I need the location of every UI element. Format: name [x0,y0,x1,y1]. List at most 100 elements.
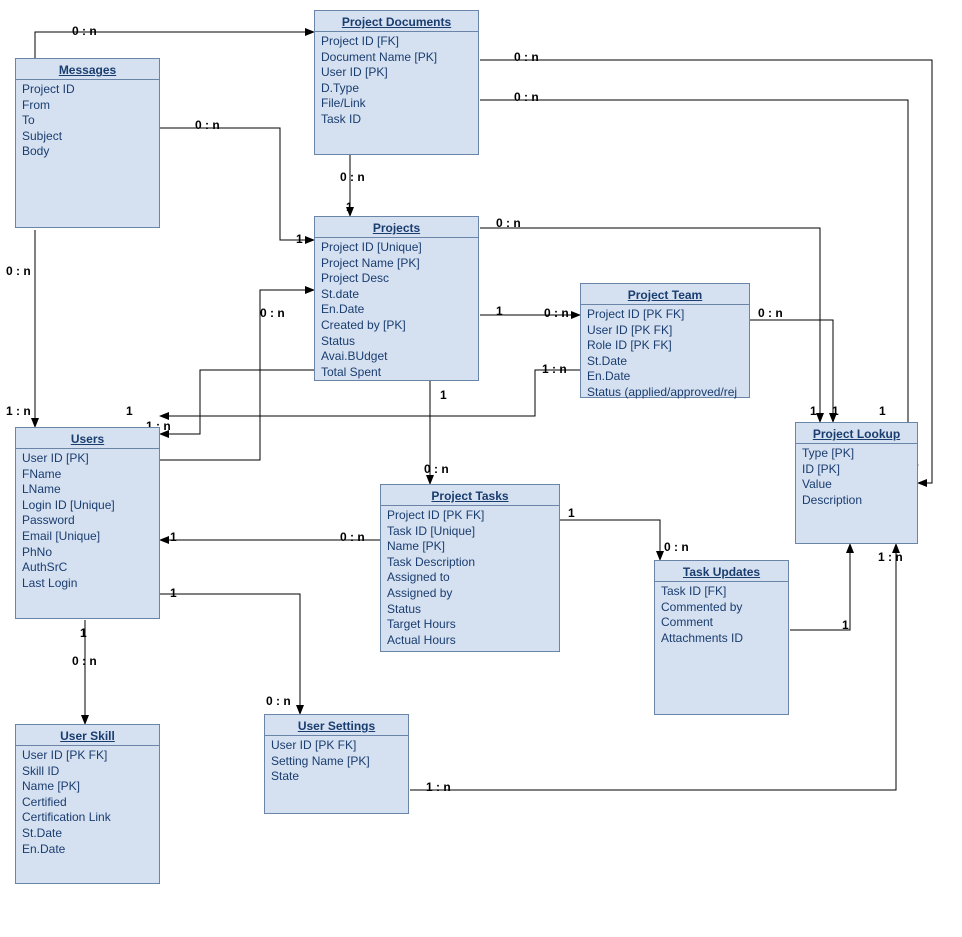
attr: Last Login [22,576,153,592]
attr: Project Desc [321,271,472,287]
card-label: 0 : n [424,462,449,476]
entity-title: Project Lookup [796,423,917,444]
card-label: 1 [170,530,177,544]
attr: Password [22,513,153,529]
attr: Task ID [Unique] [387,524,553,540]
attr: User ID [PK FK] [271,738,402,754]
attr: En.Date [587,369,743,385]
card-label: 1 [126,404,133,418]
entity-title: Project Team [581,284,749,305]
card-label: 0 : n [6,264,31,278]
attr: En.Date [321,302,472,318]
entity-user-skill: User Skill User ID [PK FK] Skill ID Name… [15,724,160,884]
card-label: 0 : n [260,306,285,320]
attr: User ID [PK] [22,451,153,467]
attr: Body [22,144,153,160]
card-label: 0 : n [266,694,291,708]
entity-title: Messages [16,59,159,80]
card-label: 1 : n [426,780,451,794]
card-label: 0 : n [664,540,689,554]
attr: Email [Unique] [22,529,153,545]
card-label: 0 : n [514,90,539,104]
attr: Target Hours [387,617,553,633]
attr: Status (applied/approved/rej [587,385,743,401]
attr: Task ID [FK] [661,584,782,600]
card-label: 1 : n [542,362,567,376]
attr: Commented by [661,600,782,616]
entity-title: Task Updates [655,561,788,582]
card-label: 0 : n [514,50,539,64]
attr: FName [22,467,153,483]
attr: Login ID [Unique] [22,498,153,514]
entity-title: Project Documents [315,11,478,32]
card-label: 1 [296,232,303,246]
attr: Status [387,602,553,618]
attr: Certified [22,795,153,811]
attr: User ID [PK] [321,65,472,81]
attr: Status [321,334,472,350]
attr: LName [22,482,153,498]
entity-title: Projects [315,217,478,238]
card-label: 1 [346,200,353,214]
card-label: 1 [170,586,177,600]
attr: Project Name [PK] [321,256,472,272]
attr: Task ID [321,112,472,128]
attr: To [22,113,153,129]
attr: D.Type [321,81,472,97]
card-label: 0 : n [340,170,365,184]
attr: Assigned by [387,586,553,602]
entity-users: Users User ID [PK] FName LName Login ID … [15,427,160,619]
attr: State [271,769,402,785]
card-label: 0 : n [758,306,783,320]
attr: Actual Hours [387,633,553,649]
entity-title: Project Tasks [381,485,559,506]
attr: St.Date [22,826,153,842]
entity-projects: Projects Project ID [Unique] Project Nam… [314,216,479,381]
attr: PhNo [22,545,153,561]
attr: Skill ID [22,764,153,780]
entity-messages: Messages Project ID From To Subject Body [15,58,160,228]
card-label: 1 : n [6,404,31,418]
attr: Project ID [PK FK] [587,307,743,323]
card-label: 1 [810,404,817,418]
attr: Created by [PK] [321,318,472,334]
card-label: 1 [496,304,503,318]
card-label: 0 : n [195,118,220,132]
card-label: 0 : n [544,306,569,320]
card-label: 1 [842,618,849,632]
attr: Attachments ID [661,631,782,647]
attr: Subject [22,129,153,145]
attr: Task Description [387,555,553,571]
attr: Project ID [Unique] [321,240,472,256]
attr: Name [PK] [387,539,553,555]
attr: AuthSrC [22,560,153,576]
card-label: 0 : n [340,530,365,544]
attr: Value [802,477,911,493]
attr: Role ID [PK FK] [587,338,743,354]
attr: Project ID [FK] [321,34,472,50]
card-label: 1 [568,506,575,520]
attr: Name [PK] [22,779,153,795]
card-label: 0 : n [72,654,97,668]
entity-project-tasks: Project Tasks Project ID [PK FK] Task ID… [380,484,560,652]
card-label: 1 [879,404,886,418]
attr: Document Name [PK] [321,50,472,66]
attr: Project ID [PK FK] [387,508,553,524]
attr: En.Date [22,842,153,858]
card-label: 1 [832,404,839,418]
attr: Description [802,493,911,509]
entity-task-updates: Task Updates Task ID [FK] Commented by C… [654,560,789,715]
attr: From [22,98,153,114]
attr: Assigned to [387,570,553,586]
attr: File/Link [321,96,472,112]
card-label: 1 [80,626,87,640]
entity-title: User Settings [265,715,408,736]
entity-project-team: Project Team Project ID [PK FK] User ID … [580,283,750,398]
attr: Comment [661,615,782,631]
attr: ID [PK] [802,462,911,478]
attr: St.date [321,287,472,303]
entity-project-lookup: Project Lookup Type [PK] ID [PK] Value D… [795,422,918,544]
attr: St.Date [587,354,743,370]
attr: User ID [PK FK] [22,748,153,764]
attr: Setting Name [PK] [271,754,402,770]
